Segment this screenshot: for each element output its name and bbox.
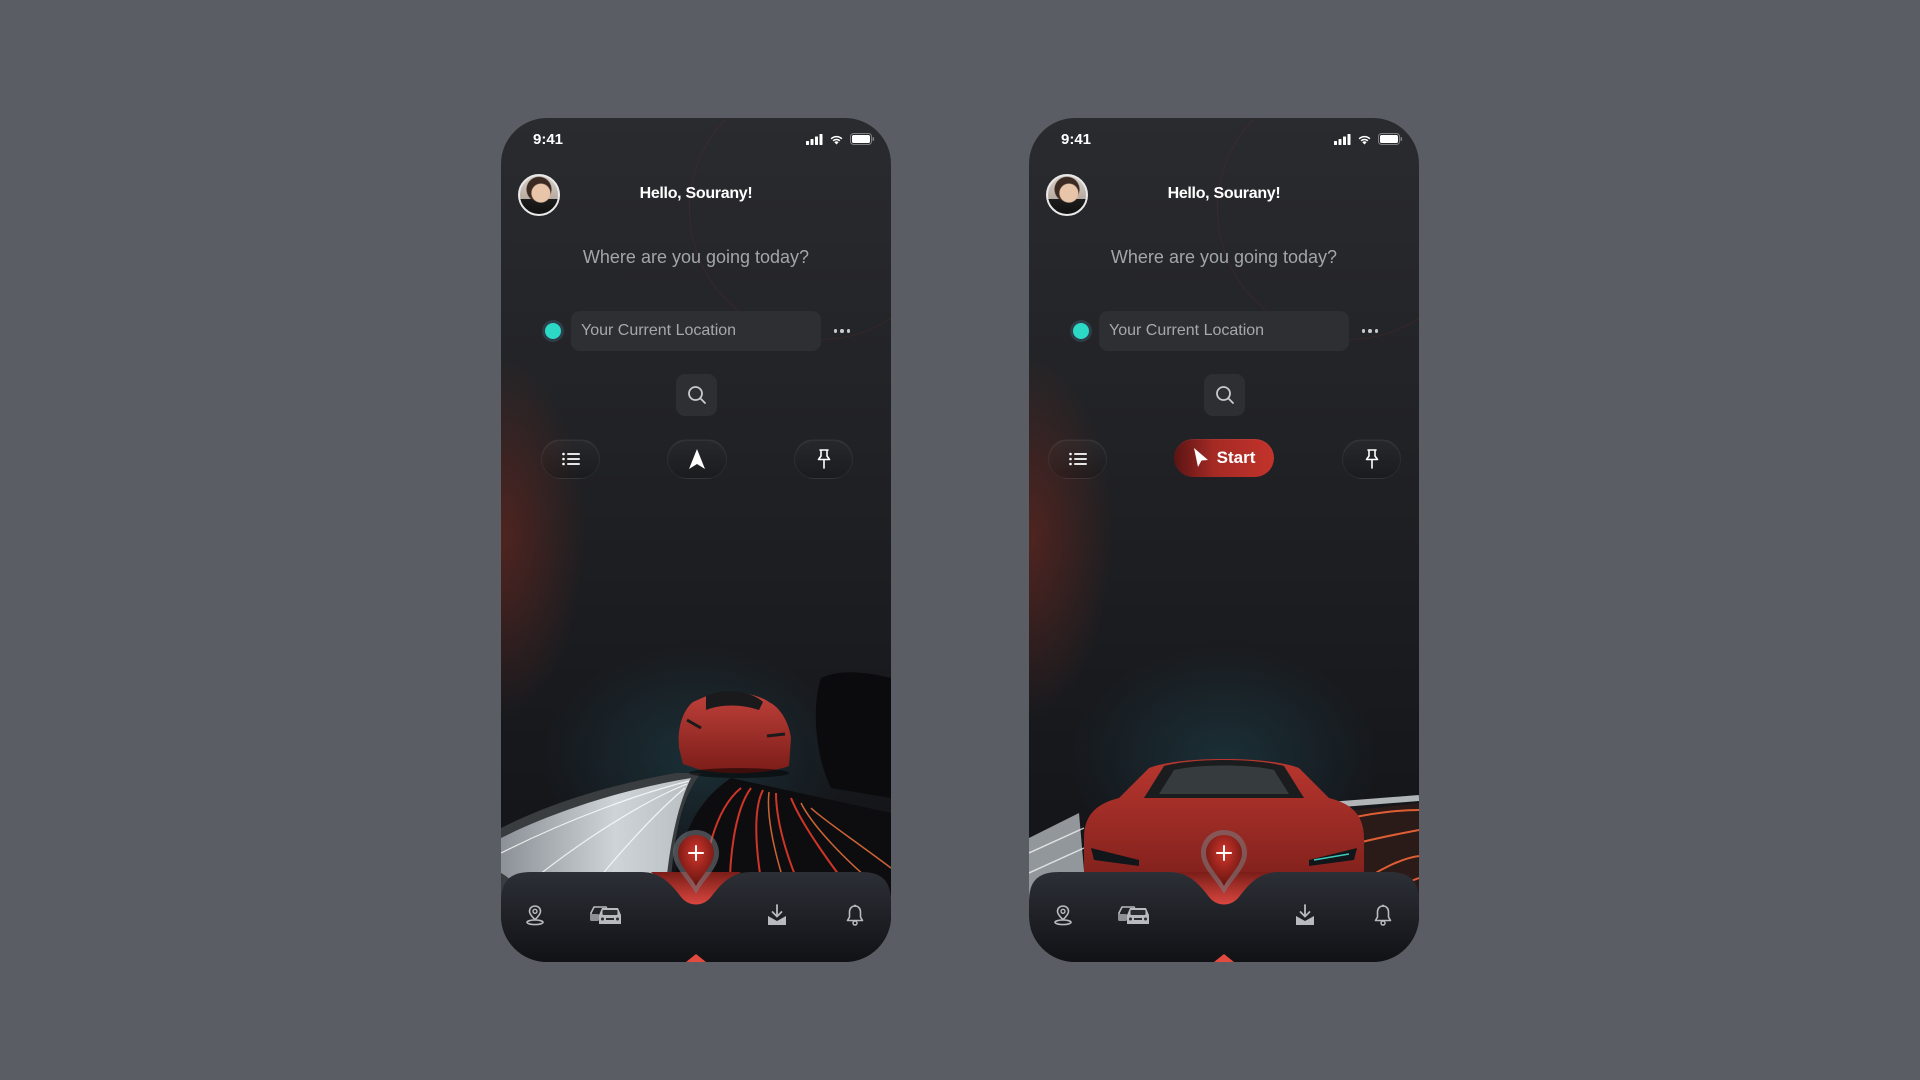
cars-icon [1118, 906, 1149, 924]
signal-icon [806, 133, 823, 145]
current-location-input[interactable] [1099, 311, 1349, 351]
status-icons [806, 133, 875, 145]
phone-screen-start: 9:41 Hello, Sourany! Where are you going… [1029, 118, 1419, 962]
more-options-button[interactable] [827, 320, 857, 342]
destination-prompt: Where are you going today? [1110, 247, 1338, 267]
status-icons [1334, 133, 1403, 145]
nav-notifications[interactable] [837, 900, 873, 930]
more-dot [846, 329, 851, 333]
list-view-button[interactable] [541, 439, 600, 479]
phone-screen-default: 9:41 Hello, Sourany! Where are you going… [501, 118, 891, 962]
more-dot [1374, 329, 1379, 333]
decorative-curve [1217, 118, 1419, 340]
wifi-icon [1358, 135, 1371, 144]
search-icon [1215, 386, 1234, 404]
navigate-button[interactable] [667, 439, 727, 479]
battery-icon [1378, 133, 1403, 145]
pushpin-icon [817, 449, 830, 469]
more-dot [840, 329, 844, 333]
status-time: 9:41 [1061, 131, 1092, 148]
pin-button[interactable] [794, 439, 853, 479]
start-button[interactable]: Start [1174, 439, 1274, 477]
search-button[interactable] [676, 374, 717, 416]
add-location-fab[interactable] [1199, 828, 1249, 898]
signal-icon [1334, 133, 1351, 145]
add-location-fab-icon [673, 830, 719, 894]
nav-location[interactable] [1045, 900, 1081, 930]
bell-icon [1374, 904, 1392, 926]
battery-icon [850, 133, 875, 145]
current-location-dot-icon [545, 323, 561, 339]
list-icon [1068, 452, 1087, 466]
add-location-fab[interactable] [671, 828, 721, 898]
car-shape [678, 691, 791, 778]
nav-vehicles[interactable] [587, 900, 627, 930]
current-location-dot-icon [1073, 323, 1089, 339]
nav-notifications[interactable] [1365, 900, 1401, 930]
nav-downloads[interactable] [1287, 900, 1323, 930]
nav-vehicles[interactable] [1115, 900, 1155, 930]
cursor-arrow-icon [1193, 448, 1208, 467]
add-location-fab-icon [1201, 830, 1247, 894]
pin-button[interactable] [1342, 439, 1401, 479]
status-time: 9:41 [533, 131, 564, 148]
more-dots-icon [833, 329, 838, 333]
wifi-icon [830, 135, 843, 144]
cars-icon [590, 906, 621, 924]
more-dots-icon [1361, 329, 1366, 333]
greeting-title: Hello, Sourany! [1167, 185, 1281, 202]
search-icon [687, 386, 706, 404]
bell-icon [846, 904, 864, 926]
nav-location[interactable] [517, 900, 553, 930]
download-tray-icon [1296, 904, 1314, 925]
navigation-arrow-icon [689, 449, 705, 469]
more-dot [1368, 329, 1372, 333]
location-pin-icon [526, 905, 544, 926]
start-button-label: Start [1216, 448, 1256, 467]
current-location-input[interactable] [571, 311, 821, 351]
pushpin-icon [1365, 449, 1378, 469]
list-icon [561, 452, 580, 466]
location-pin-icon [1054, 905, 1072, 926]
greeting-title: Hello, Sourany! [639, 185, 753, 202]
nav-downloads[interactable] [759, 900, 795, 930]
list-view-button[interactable] [1048, 439, 1107, 479]
download-tray-icon [768, 904, 786, 925]
destination-prompt: Where are you going today? [582, 247, 810, 267]
decorative-curve [689, 118, 891, 340]
search-button[interactable] [1204, 374, 1245, 416]
more-options-button[interactable] [1355, 320, 1385, 342]
